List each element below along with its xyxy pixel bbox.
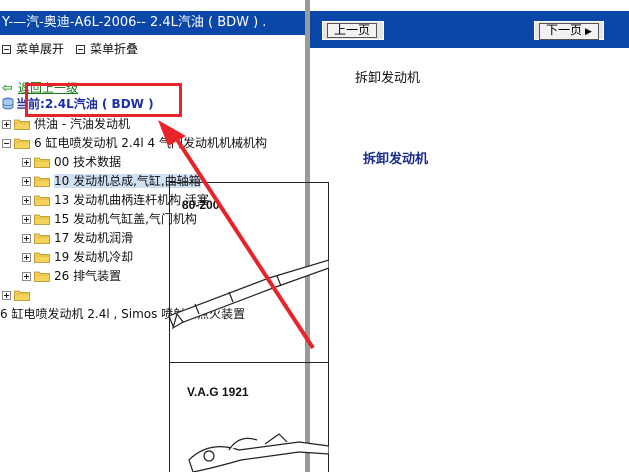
collapse-toggle-icon[interactable]: [2, 139, 11, 148]
folder-icon: [34, 157, 50, 168]
expand-toggle-icon[interactable]: [22, 234, 31, 243]
tree-item-label: 供油 - 汽油发动机: [34, 117, 130, 131]
expand-toggle-icon[interactable]: [22, 253, 31, 262]
tree-item-label: 00 技术数据: [54, 155, 122, 169]
expand-icon: [2, 45, 11, 54]
section-title: 拆卸发动机: [363, 152, 429, 167]
expand-toggle-icon[interactable]: [22, 177, 31, 186]
tool-2-illustration: [188, 433, 329, 472]
tool-1-label: 80-200: [182, 198, 220, 212]
tree-item-label: 26 排气装置: [54, 269, 122, 283]
menu-expand-label: 菜单展开: [16, 42, 65, 56]
expand-toggle-icon[interactable]: [22, 272, 31, 281]
expand-toggle-icon[interactable]: [2, 120, 11, 129]
expand-toggle-icon[interactable]: [2, 291, 11, 300]
tree-item-label: 17 发动机润滑: [54, 231, 134, 245]
tree-item-label: 6 缸电喷发动机 2.4l 4 气门发动机机械机构: [34, 136, 267, 150]
tree-item[interactable]: 26 排气装置: [22, 267, 121, 285]
annotation-highlight-box: [25, 83, 182, 117]
page-nav-bar: 上一页 下一页 ▶: [310, 11, 629, 48]
document-title: Y-—汽-奥迪-A6L-2006-- 2.4L汽油 ( BDW ) .: [0, 11, 305, 35]
expand-toggle-icon[interactable]: [22, 215, 31, 224]
tree-item[interactable]: 19 发动机冷却: [22, 248, 133, 266]
tree-item[interactable]: [2, 286, 34, 304]
tool-2-label: V.A.G 1921: [187, 385, 249, 399]
next-page-button[interactable]: 下一页 ▶: [534, 21, 604, 40]
tool-1-illustration: [169, 259, 329, 330]
folder-icon: [34, 176, 50, 187]
prev-page-label: 上一页: [334, 23, 371, 37]
folder-icon: [34, 271, 50, 282]
expand-toggle-icon[interactable]: [22, 196, 31, 205]
folder-icon: [34, 195, 50, 206]
tool-frame-divider: [169, 362, 329, 363]
menu-expand-button[interactable]: 菜单展开: [2, 41, 64, 57]
collapse-icon: [76, 45, 85, 54]
folder-icon: [34, 252, 50, 263]
tree-item-label: 19 发动机冷却: [54, 250, 134, 264]
tree-item[interactable]: 17 发动机润滑: [22, 229, 133, 247]
folder-icon: [34, 214, 50, 225]
page-heading: 拆卸发动机: [355, 71, 421, 86]
tree-item[interactable]: 00 技术数据: [22, 153, 121, 171]
database-icon: [2, 97, 14, 110]
content-pane: 上一页 下一页 ▶ 拆卸发动机 拆卸发动机: [310, 0, 629, 472]
next-page-label: 下一页: [546, 23, 583, 37]
prev-page-button[interactable]: 上一页: [322, 21, 384, 40]
triangle-right-icon: ▶: [585, 27, 592, 37]
folder-icon: [14, 119, 30, 130]
tree-item[interactable]: 供油 - 汽油发动机: [2, 115, 130, 133]
tree-item[interactable]: 6 缸电喷发动机 2.4l 4 气门发动机机械机构: [2, 134, 267, 152]
folder-icon: [34, 233, 50, 244]
menu-collapse-label: 菜单折叠: [90, 42, 139, 56]
back-arrow-icon: ⇦: [2, 81, 13, 96]
expand-toggle-icon[interactable]: [22, 158, 31, 167]
folder-icon: [14, 138, 30, 149]
menu-collapse-button[interactable]: 菜单折叠: [76, 41, 138, 57]
folder-icon: [14, 290, 30, 301]
